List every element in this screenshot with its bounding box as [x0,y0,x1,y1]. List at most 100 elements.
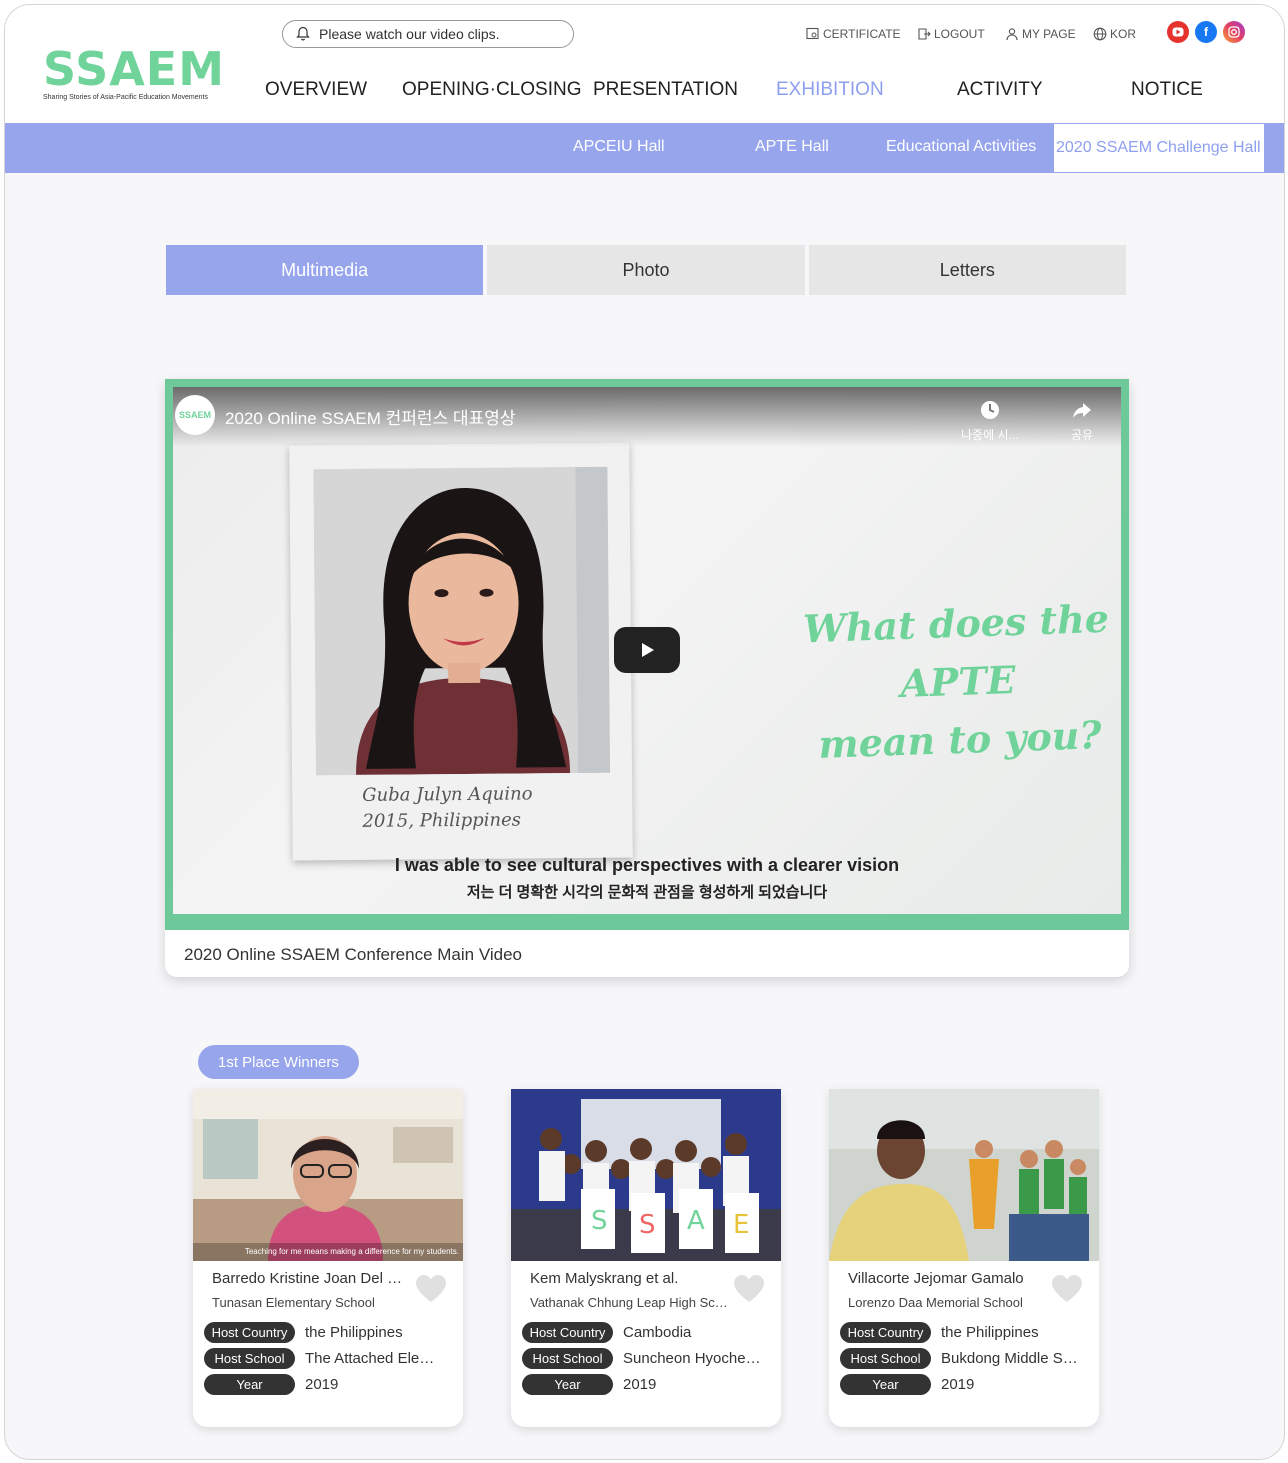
watch-later-label: 나중에 시... [961,428,1019,442]
host-school-row: Host School Suncheon Hyocheon High Schoo… [522,1347,763,1369]
logout-link[interactable]: LOGOUT [917,27,985,41]
subtitle-english: I was able to see cultural perspectives … [394,855,900,875]
subnav-apceiu-hall[interactable]: APCEIU Hall [573,123,665,173]
host-school-row: Host School The Attached Elementary Scho… [204,1347,445,1369]
winners-badge: 1st Place Winners [198,1045,359,1079]
card-name: Villacorte Jejomar Gamalo [848,1270,1024,1287]
bell-icon [296,26,310,41]
card-name: Barredo Kristine Joan Del Rosario [212,1270,412,1287]
year-row: Year 2019 [522,1373,763,1395]
host-school-row: Host School Bukdong Middle School [840,1347,1081,1369]
youtube-icon[interactable] [1167,21,1189,43]
card-thumbnail[interactable]: Teaching for me means making a differenc… [193,1089,463,1261]
host-country-label: Host Country [204,1321,295,1343]
my-page-link[interactable]: MY PAGE [1005,27,1076,41]
polaroid-name: Guba Julyn Aquino [362,783,533,806]
content-tabs: Multimedia Photo Letters [166,245,1126,295]
video-player[interactable]: Guba Julyn Aquino 2015, Philippines What… [165,379,1129,930]
watch-later-button[interactable]: 나중에 시... [961,399,1019,443]
share-icon [1073,403,1092,418]
card-school: Tunasan Elementary School [212,1295,375,1310]
subnav-apte-hall[interactable]: APTE Hall [755,123,829,173]
instagram-icon[interactable] [1223,21,1245,43]
tab-photo[interactable]: Photo [487,245,805,295]
svg-text:E: E [733,1210,749,1240]
year-row: Year 2019 [204,1373,445,1395]
year-value: 2019 [941,1375,975,1393]
language-label: KOR [1110,27,1137,41]
tab-letters[interactable]: Letters [808,245,1126,295]
nav-overview[interactable]: OVERVIEW [265,79,367,101]
play-button[interactable] [614,627,680,673]
video-title[interactable]: 2020 Online SSAEM 컨퍼런스 대표영상 [225,404,516,429]
host-country-label: Host Country [522,1321,613,1343]
language-link[interactable]: KOR [1093,27,1136,41]
portrait-image [313,466,611,776]
video-caption: 2020 Online SSAEM Conference Main Video [184,945,522,964]
year-label: Year [522,1373,613,1395]
svg-text:S: S [591,1206,608,1236]
quote-line-2: mean to you? [817,712,1103,767]
year-value: 2019 [623,1375,657,1393]
host-school-label: Host School [522,1347,613,1369]
year-label: Year [204,1373,295,1395]
page-frame: SSAEM Sharing Stories of Asia-Pacific Ed… [4,4,1285,1460]
nav-activity[interactable]: ACTIVITY [957,79,1043,101]
sub-nav: APCEIU Hall APTE Hall Educational Activi… [5,123,1284,173]
user-icon [1006,28,1018,41]
share-button[interactable]: 공유 [1071,399,1093,443]
year-value: 2019 [305,1375,339,1393]
subnav-challenge-hall[interactable]: 2020 SSAEM Challenge Hall [1053,123,1265,173]
polaroid-year-country: 2015, Philippines [362,809,522,832]
polaroid-photo: Guba Julyn Aquino 2015, Philippines [289,442,633,861]
channel-avatar[interactable]: SSAEM [175,395,215,435]
video-quote: What does the APTE mean to you? [770,589,1121,776]
logout-icon [918,28,931,40]
winner-card[interactable]: Teaching for me means making a differenc… [193,1089,463,1427]
winner-cards: Teaching for me means making a differenc… [193,1089,1099,1429]
clock-icon [980,401,999,419]
polaroid-caption: Guba Julyn Aquino 2015, Philippines [362,781,533,834]
heart-icon[interactable] [1051,1275,1083,1303]
subnav-educational-activities[interactable]: Educational Activities [886,123,1036,173]
facebook-icon[interactable]: f [1195,21,1217,43]
card-school: Vathanak Chhung Leap High School [530,1295,735,1310]
heart-icon[interactable] [415,1275,447,1303]
globe-icon [1093,27,1107,41]
host-school-label: Host School [204,1347,295,1369]
video-frame: Guba Julyn Aquino 2015, Philippines What… [173,387,1121,914]
notice-text: Please watch our video clips. [319,26,500,42]
card-thumbnail[interactable] [829,1089,1099,1261]
year-row: Year 2019 [840,1373,1081,1395]
notice-banner[interactable]: Please watch our video clips. [282,20,574,48]
logout-label: LOGOUT [934,27,985,41]
my-page-label: MY PAGE [1022,27,1076,41]
card-thumbnail[interactable]: S S A E [511,1089,781,1261]
svg-text:S: S [639,1210,656,1240]
nav-notice[interactable]: NOTICE [1131,79,1203,101]
quote-line-1: What does the APTE [802,595,1110,706]
card-school: Lorenzo Daa Memorial School [848,1295,1023,1310]
host-school-value: Bukdong Middle School [941,1349,1081,1367]
winner-card[interactable]: S S A E Kem Malyskrang et al. Vathanak C… [511,1089,781,1427]
tab-multimedia[interactable]: Multimedia [166,245,484,295]
host-country-label: Host Country [840,1321,931,1343]
card-name: Kem Malyskrang et al. [530,1270,679,1287]
subtitle-korean: 저는 더 명확한 시각의 문화적 관점을 형성하게 되었습니다 [466,884,828,901]
host-school-label: Host School [840,1347,931,1369]
host-school-value: The Attached Elementary School [305,1349,445,1367]
video-topbar: SSAEM 2020 Online SSAEM 컨퍼런스 대표영상 나중에 시.… [173,387,1121,447]
thumbnail-caption: Teaching for me means making a differenc… [244,1247,459,1256]
year-label: Year [840,1373,931,1395]
share-label: 공유 [1071,428,1094,442]
nav-opening-closing[interactable]: OPENING·CLOSING [402,79,581,101]
certificate-label: CERTIFICATE [823,27,901,41]
nav-presentation[interactable]: PRESENTATION [593,79,738,101]
host-country-value: the Philippines [941,1323,1039,1341]
site-header: SSAEM Sharing Stories of Asia-Pacific Ed… [5,5,1284,123]
heart-icon[interactable] [733,1275,765,1303]
host-country-row: Host Country the Philippines [204,1321,445,1343]
nav-exhibition[interactable]: EXHIBITION [776,79,884,101]
winner-card[interactable]: Villacorte Jejomar Gamalo Lorenzo Daa Me… [829,1089,1099,1427]
certificate-link[interactable]: CERTIFICATE [806,27,901,41]
